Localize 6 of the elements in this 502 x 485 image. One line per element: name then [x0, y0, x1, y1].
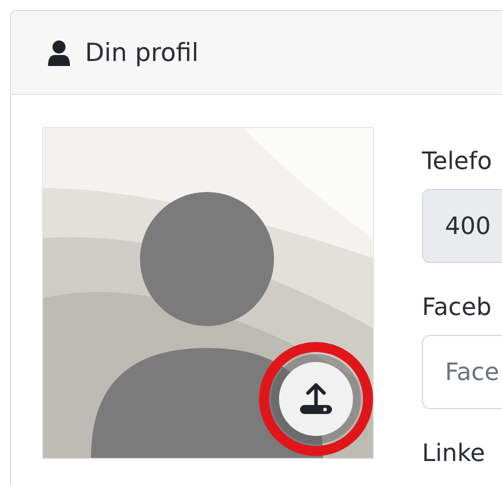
card-title: Din profil [85, 38, 199, 67]
person-icon [47, 40, 71, 66]
field-label: Telefo [422, 147, 493, 175]
field-label: Faceb [422, 293, 493, 321]
input-field[interactable]: Face [422, 335, 502, 409]
field-label: Linke [422, 439, 486, 467]
